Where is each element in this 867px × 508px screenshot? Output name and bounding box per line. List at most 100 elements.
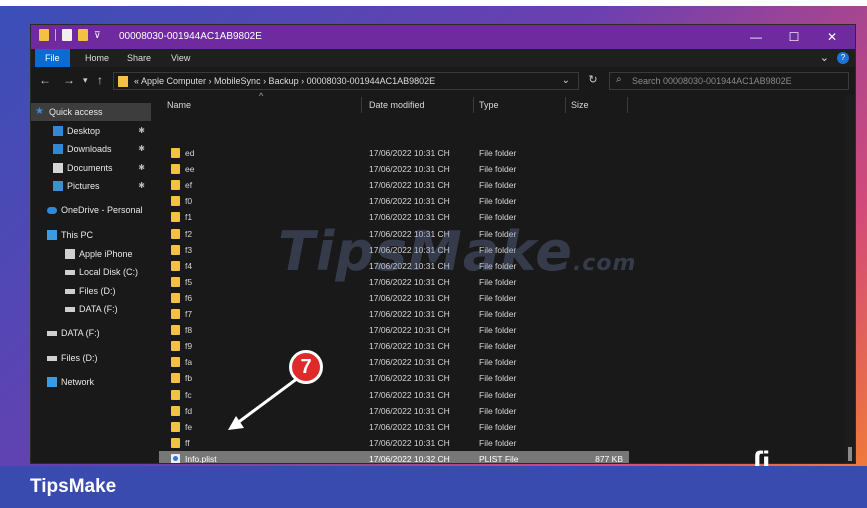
sidebar-item[interactable]: Network — [31, 373, 151, 391]
table-row[interactable]: f9 17/06/2022 10:31 CH File folder — [159, 338, 629, 354]
back-button[interactable]: ← — [39, 73, 51, 87]
sort-indicator: ^ — [259, 91, 264, 101]
folder-icon — [171, 325, 180, 336]
tab-file[interactable]: File — [35, 49, 70, 67]
title-bar[interactable]: ⊽ 00008030-001944AC1AB9802E — ☐ ✕ — [31, 25, 855, 49]
sidebar-item[interactable]: Downloads ✱ — [31, 140, 151, 158]
file-type: File folder — [479, 196, 517, 207]
pin-icon: ✱ — [138, 163, 145, 172]
refresh-button[interactable]: ↻ — [583, 73, 603, 89]
table-row[interactable]: f2 17/06/2022 10:31 CH File folder — [159, 226, 629, 242]
breadcrumb[interactable]: « Apple Computer › MobileSync › Backup ›… — [134, 76, 435, 86]
navigation-bar: ← → ▾ ↑ « Apple Computer › MobileSync › … — [31, 69, 855, 93]
close-button[interactable]: ✕ — [813, 27, 851, 47]
network-icon — [47, 377, 57, 387]
table-row[interactable]: f6 17/06/2022 10:31 CH File folder — [159, 290, 629, 306]
column-header-name[interactable]: Name — [167, 95, 191, 115]
expand-ribbon-button[interactable]: ⌄ — [820, 51, 829, 64]
sidebar-item[interactable]: DATA (F:) — [31, 300, 151, 318]
search-placeholder: Search 00008030-001944AC1AB9802E — [632, 76, 792, 86]
sidebar-item[interactable]: Files (D:) — [31, 349, 151, 367]
table-row[interactable]: ed 17/06/2022 10:31 CH File folder — [159, 145, 629, 161]
file-type: File folder — [479, 357, 517, 368]
table-row[interactable]: f0 17/06/2022 10:31 CH File folder — [159, 193, 629, 209]
tab-share[interactable]: Share — [119, 49, 159, 67]
file-name: f2 — [185, 228, 193, 239]
table-row[interactable]: Info.plist 17/06/2022 10:32 CH PLIST File 8… — [159, 450, 629, 464]
table-row[interactable]: f8 17/06/2022 10:31 CH File folder — [159, 322, 629, 338]
picture-icon — [53, 181, 63, 191]
table-row[interactable]: f5 17/06/2022 10:31 CH File folder — [159, 274, 629, 290]
up-button[interactable]: ↑ — [97, 73, 103, 87]
column-divider[interactable] — [627, 97, 628, 113]
folder-icon — [171, 196, 180, 207]
file-type: File folder — [479, 164, 517, 175]
address-bar[interactable]: « Apple Computer › MobileSync › Backup ›… — [113, 72, 579, 90]
file-name: ef — [185, 180, 193, 191]
table-row[interactable]: f7 17/06/2022 10:31 CH File folder — [159, 306, 629, 322]
help-icon[interactable]: ? — [837, 51, 849, 64]
vertical-scrollbar[interactable] — [845, 95, 855, 463]
sidebar-item[interactable]: ★ Quick access — [31, 103, 151, 121]
table-row[interactable]: ee 17/06/2022 10:31 CH File folder — [159, 161, 629, 177]
date-modified: 17/06/2022 10:31 CH — [369, 180, 450, 191]
drive-icon — [65, 289, 75, 294]
new-folder-icon[interactable] — [78, 29, 88, 41]
date-modified: 17/06/2022 10:31 CH — [369, 325, 450, 336]
minimize-button[interactable]: — — [737, 27, 775, 47]
customize-toolbar-icon[interactable]: ⊽ — [94, 30, 101, 41]
table-row[interactable]: f3 17/06/2022 10:31 CH File folder — [159, 242, 629, 258]
table-row[interactable]: fc 17/06/2022 10:31 CH File folder — [159, 387, 629, 403]
sidebar-item[interactable]: Apple iPhone — [31, 245, 151, 263]
maximize-button[interactable]: ☐ — [775, 27, 813, 47]
file-list: ^ Name Date modified Type Size ed 17/06/2… — [155, 91, 847, 464]
sidebar-item[interactable]: This PC — [31, 226, 151, 244]
file-name: fe — [185, 421, 193, 432]
table-row[interactable]: fb 17/06/2022 10:31 CH File folder — [159, 370, 629, 386]
forward-button[interactable]: → — [63, 73, 75, 87]
sidebar-item-label: DATA (F:) — [61, 328, 100, 338]
file-name: fa — [185, 357, 193, 368]
table-row[interactable]: f4 17/06/2022 10:31 CH File folder — [159, 258, 629, 274]
properties-icon[interactable] — [62, 29, 72, 41]
sidebar-item[interactable]: OneDrive - Personal — [31, 201, 151, 219]
scrollbar-thumb[interactable] — [848, 447, 852, 461]
date-modified: 17/06/2022 10:31 CH — [369, 196, 450, 207]
window-controls: — ☐ ✕ — [737, 27, 851, 47]
table-row[interactable]: ef 17/06/2022 10:31 CH File folder — [159, 177, 629, 193]
folder-icon — [171, 164, 180, 175]
search-icon: ⌕ — [616, 74, 622, 85]
column-header-type[interactable]: Type — [479, 95, 499, 115]
column-divider[interactable] — [565, 97, 566, 113]
sidebar-item[interactable]: Local Disk (C:) — [31, 263, 151, 281]
file-type: File folder — [479, 292, 517, 303]
sidebar-item[interactable]: Documents ✱ — [31, 159, 151, 177]
sidebar-item[interactable]: Desktop ✱ — [31, 122, 151, 140]
folder-icon[interactable] — [39, 29, 49, 41]
sidebar-item[interactable]: DATA (F:) — [31, 324, 151, 342]
column-divider[interactable] — [473, 97, 474, 113]
search-input[interactable]: ⌕ Search 00008030-001944AC1AB9802E — [609, 72, 849, 90]
address-dropdown-button[interactable]: ⌄ — [562, 75, 570, 86]
sidebar-item[interactable]: Pictures ✱ — [31, 177, 151, 195]
column-header-size[interactable]: Size — [571, 95, 589, 115]
column-divider[interactable] — [361, 97, 362, 113]
table-row[interactable]: fe 17/06/2022 10:31 CH File folder — [159, 419, 629, 435]
file-name: f0 — [185, 196, 193, 207]
tab-view[interactable]: View — [163, 49, 198, 67]
tab-home[interactable]: Home — [77, 49, 117, 67]
date-modified: 17/06/2022 10:32 CH — [369, 453, 450, 464]
table-row[interactable]: f1 17/06/2022 10:31 CH File folder — [159, 209, 629, 225]
drive-icon — [65, 270, 75, 275]
table-row[interactable]: ff 17/06/2022 10:31 CH File folder — [159, 435, 629, 451]
column-header-date[interactable]: Date modified — [369, 95, 425, 115]
recent-locations-button[interactable]: ▾ — [83, 75, 88, 86]
date-modified: 17/06/2022 10:31 CH — [369, 276, 450, 287]
file-type: File folder — [479, 421, 517, 432]
sidebar-item-label: Pictures — [67, 181, 100, 191]
folder-icon — [171, 212, 180, 223]
date-modified: 17/06/2022 10:31 CH — [369, 228, 450, 239]
table-row[interactable]: fa 17/06/2022 10:31 CH File folder — [159, 354, 629, 370]
table-row[interactable]: fd 17/06/2022 10:31 CH File folder — [159, 403, 629, 419]
sidebar-item[interactable]: Files (D:) — [31, 282, 151, 300]
